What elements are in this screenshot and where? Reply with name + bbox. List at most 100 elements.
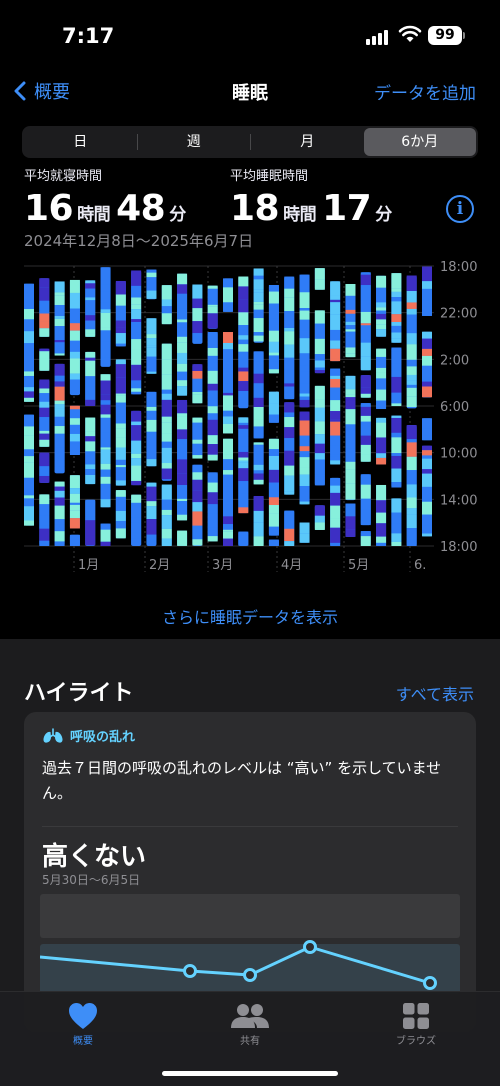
sleep-stage-segment xyxy=(39,540,50,546)
sleep-stage-segment xyxy=(299,457,310,468)
info-icon[interactable]: i xyxy=(446,195,474,223)
sleep-stage-segment xyxy=(299,338,310,354)
sleep-stage-segment xyxy=(146,338,157,346)
sleep-stage-segment xyxy=(207,513,218,528)
sleep-stage-segment xyxy=(330,527,341,543)
sleep-stage-segment xyxy=(284,297,295,312)
sleep-stage-segment xyxy=(69,424,80,434)
sleep-stage-segment xyxy=(131,380,142,389)
sleep-stage-segment xyxy=(100,291,111,303)
sleep-stage-segment xyxy=(54,326,65,341)
sleep-stage-segment xyxy=(238,339,249,345)
sleep-stage-segment xyxy=(299,365,310,372)
sleep-stage-segment xyxy=(24,422,34,427)
sleep-stage-segment xyxy=(422,381,432,387)
sleep-stage-segment xyxy=(115,437,126,448)
tab-browse[interactable]: ブラウズ xyxy=(366,1000,466,1047)
segment-month[interactable]: 月 xyxy=(251,128,364,156)
sleep-stage-segment xyxy=(161,416,172,423)
sleep-stage-chart: 18:00 22:00 2:00 6:00 10:00 14:00 18:00 1月 2月 3月 4… xyxy=(24,260,477,573)
sleep-stage-segment xyxy=(376,319,387,325)
sleep-stage-segment xyxy=(253,301,264,305)
sleep-stage-segment xyxy=(376,302,387,308)
sleep-stage-segment xyxy=(238,451,249,458)
sleep-stage-segment xyxy=(253,354,264,362)
sleep-stage-segment xyxy=(314,459,325,475)
sleep-stage-segment xyxy=(39,494,50,505)
add-data-button[interactable]: データを追加 xyxy=(374,79,476,104)
sleep-stage-segment xyxy=(207,288,218,305)
sleep-stage-segment xyxy=(69,418,80,425)
tab-summary[interactable]: 概要 xyxy=(33,1000,133,1047)
sleep-stage-segment xyxy=(238,462,249,469)
sleep-stage-segment xyxy=(391,523,402,534)
sleep-stage-segment xyxy=(314,323,325,339)
sleep-stage-segment xyxy=(146,431,157,446)
cellular-signal-icon xyxy=(366,30,388,45)
sleep-stage-segment xyxy=(284,288,295,298)
sleep-stage-segment xyxy=(376,484,387,501)
sleep-stage-segment xyxy=(39,348,50,352)
sleep-stage-segment xyxy=(391,392,402,404)
sleep-stage-segment xyxy=(39,313,50,322)
sleep-stage-segment xyxy=(207,362,218,371)
sleep-stage-segment xyxy=(299,292,310,309)
breathing-disturbance-card[interactable]: 呼吸の乱れ 過去７日間の呼吸の乱れのレベルは “高い” を示していません。 高く… xyxy=(24,712,476,1032)
sleep-stage-segment xyxy=(54,381,65,387)
sleep-stage-segment xyxy=(391,417,402,433)
sleep-stage-segment xyxy=(391,482,402,488)
sleep-stage-segment xyxy=(238,417,249,423)
sleep-stage-segment xyxy=(115,490,126,497)
sleep-stage-segment xyxy=(115,520,126,529)
sleep-stage-segment xyxy=(314,505,325,516)
sleep-stage-segment xyxy=(330,302,341,315)
sleep-stage-segment xyxy=(85,417,96,432)
sleep-stage-segment xyxy=(345,483,356,500)
sleep-stage-segment xyxy=(284,491,295,495)
sleep-stage-segment xyxy=(69,379,80,395)
sleep-stage-segment xyxy=(406,425,417,440)
navigation-bar: 概要 睡眠 データを追加 xyxy=(0,70,500,116)
sleep-stage-segment xyxy=(330,299,341,303)
sleep-stage-segment xyxy=(238,351,249,368)
sleep-stage-segment xyxy=(146,506,157,520)
sleep-stage-segment xyxy=(299,467,310,475)
sleep-stage-segment xyxy=(330,368,341,376)
sleep-stage-segment xyxy=(391,453,402,456)
sleep-stage-segment xyxy=(100,327,111,331)
segment-six-months[interactable]: 6か月 xyxy=(363,128,476,156)
sleep-stage-segment xyxy=(223,454,233,460)
sleep-stage-segment xyxy=(39,351,50,359)
sleep-stage-segment xyxy=(253,495,264,511)
segment-week[interactable]: 週 xyxy=(138,128,251,156)
sleep-stage-segment xyxy=(192,472,203,480)
sleep-stage-segment xyxy=(24,426,34,436)
divider xyxy=(42,826,458,827)
sleep-stage-segment xyxy=(253,279,264,290)
sleep-stage-segment xyxy=(85,469,96,475)
y-tick-label: 18:00 xyxy=(440,540,477,555)
sleep-stage-segment xyxy=(177,342,188,353)
sleep-stage-segment xyxy=(192,284,203,299)
sleep-stage-segment xyxy=(314,522,325,530)
sleep-stage-segment xyxy=(115,402,126,417)
segment-day[interactable]: 日 xyxy=(24,128,137,156)
sleep-stage-segment xyxy=(299,446,310,452)
sleep-stage-segment xyxy=(391,512,402,524)
sleep-stage-segment xyxy=(253,444,264,452)
show-more-sleep-data-link[interactable]: さらに睡眠データを表示 xyxy=(0,604,500,628)
tab-sharing[interactable]: 共有 xyxy=(200,1000,300,1047)
sleep-stage-segment xyxy=(192,308,203,322)
sleep-stage-segment xyxy=(345,389,356,395)
sleep-stage-segment xyxy=(69,493,80,503)
sleep-stage-segment xyxy=(192,370,203,379)
see-all-link[interactable]: すべて表示 xyxy=(396,681,474,705)
sleep-stage-segment xyxy=(85,516,96,521)
sleep-stage-segment xyxy=(161,433,172,442)
sleep-stage-segment xyxy=(238,446,249,452)
sleep-stage-segment xyxy=(376,356,387,368)
avg-sleep-minutes: 17 xyxy=(322,188,372,229)
sleep-stage-segment xyxy=(284,465,295,476)
sleep-stage-segment xyxy=(39,388,50,394)
sleep-stage-segment xyxy=(223,499,233,511)
